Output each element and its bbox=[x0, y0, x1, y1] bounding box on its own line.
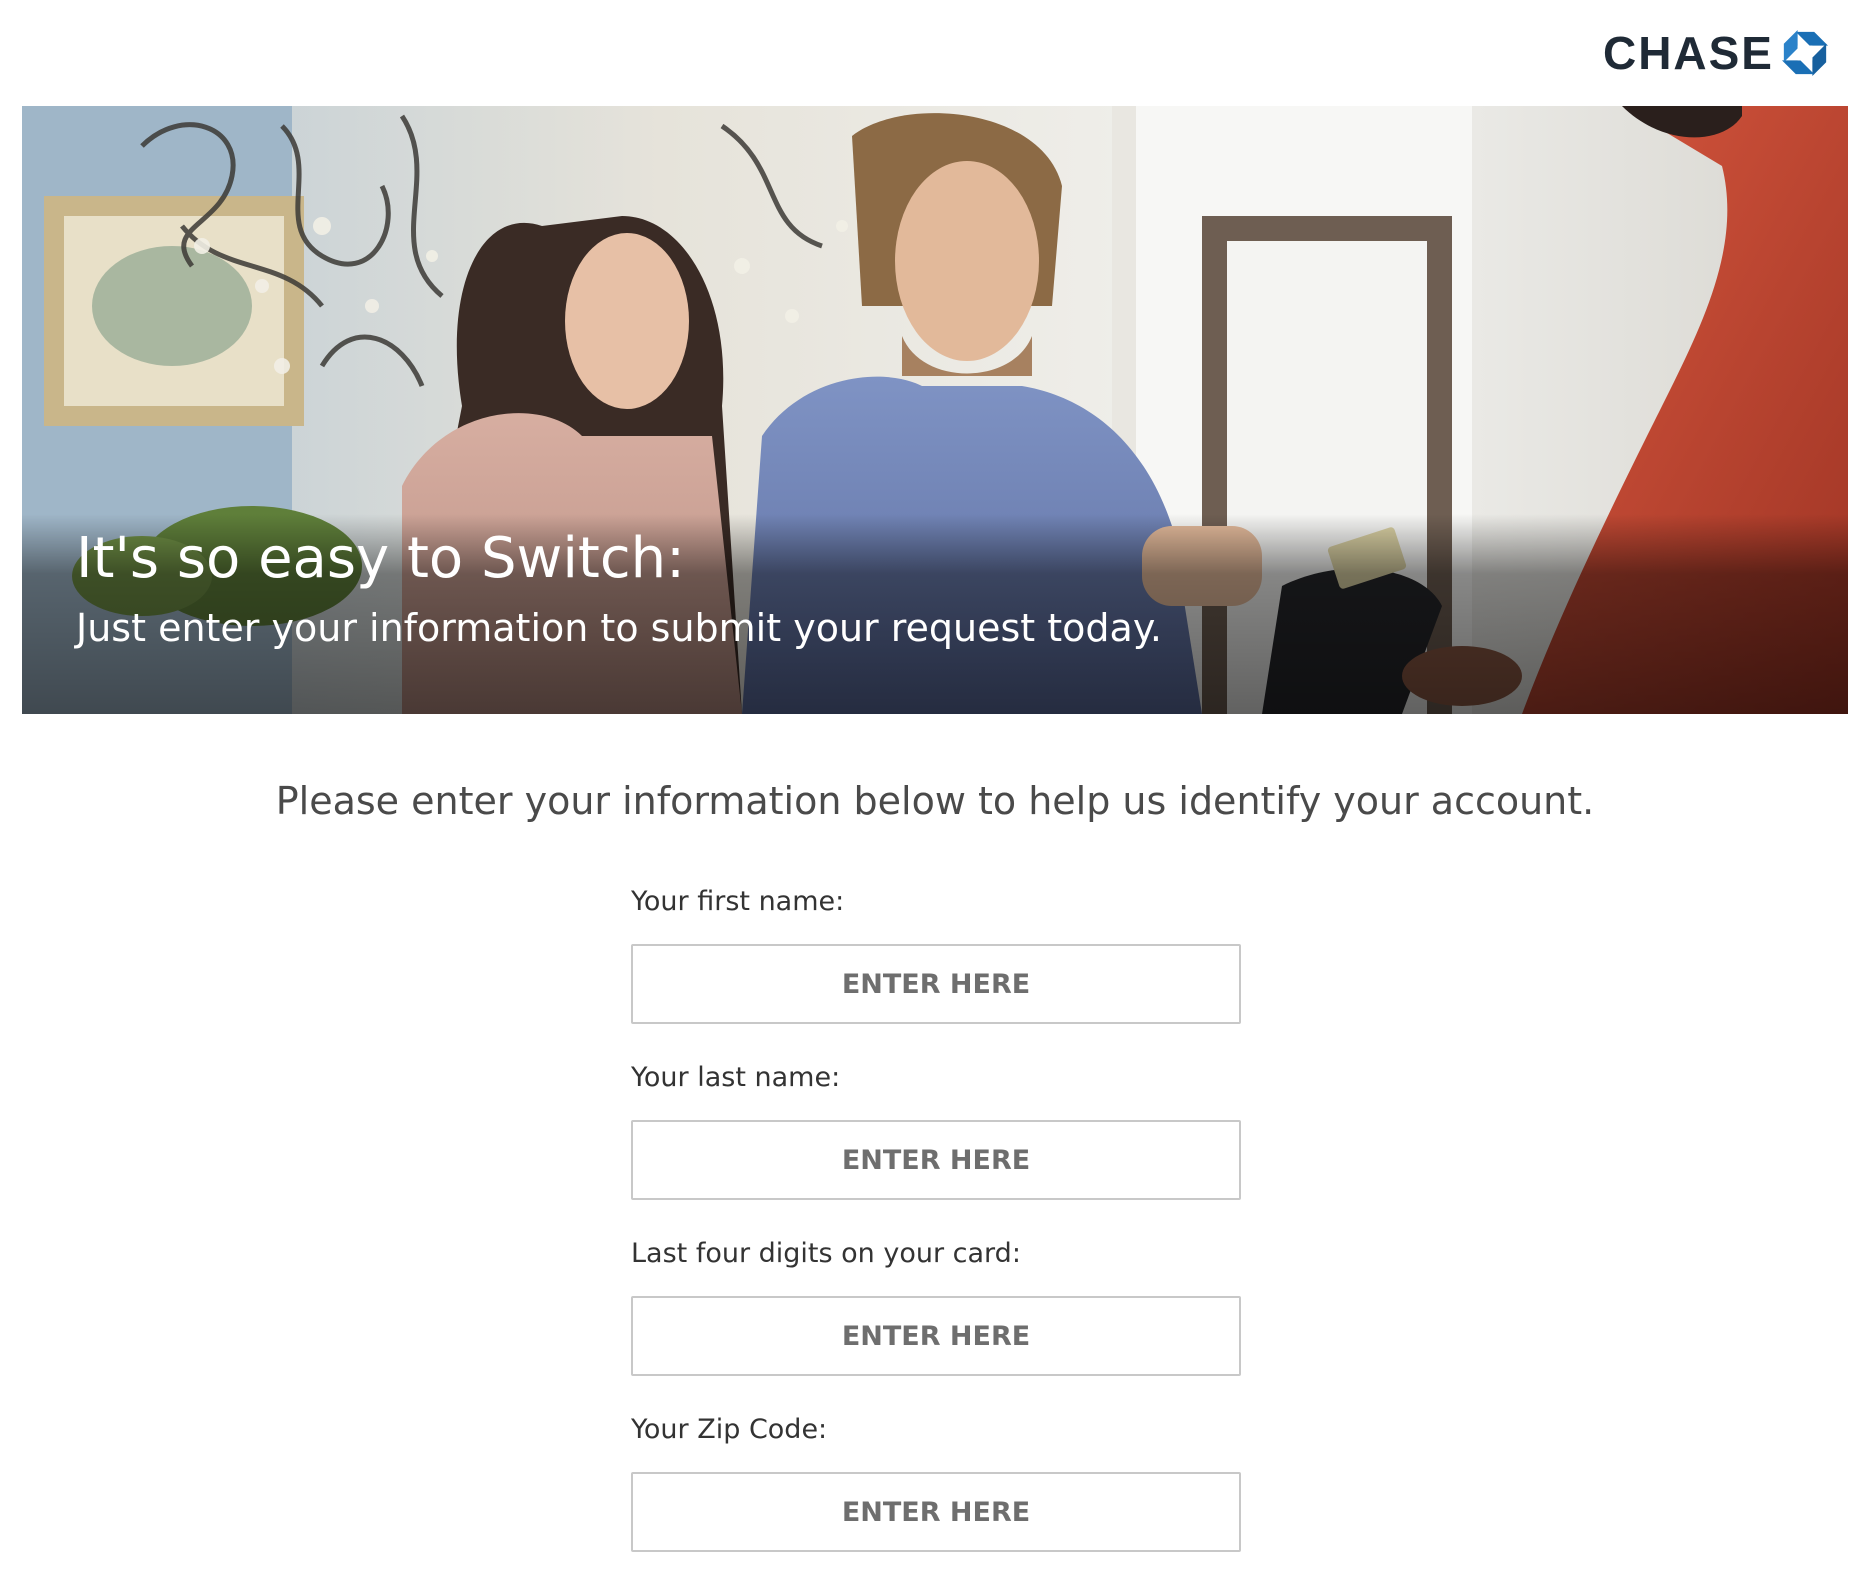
intro-text: Please enter your information below to h… bbox=[275, 779, 1595, 823]
identify-account-form: Your first name: Your last name: Last fo… bbox=[631, 880, 1241, 1584]
chase-logo[interactable]: CHASE bbox=[1603, 28, 1828, 78]
zip-code-input[interactable] bbox=[631, 1472, 1241, 1552]
hero-subtitle: Just enter your information to submit yo… bbox=[76, 606, 1162, 650]
card-last-four-field-group: Last four digits on your card: bbox=[631, 1232, 1241, 1408]
first-name-field-group: Your first name: bbox=[631, 880, 1241, 1056]
first-name-input[interactable] bbox=[631, 944, 1241, 1024]
last-name-input[interactable] bbox=[631, 1120, 1241, 1200]
site-header: CHASE bbox=[0, 0, 1870, 106]
card-last-four-label: Last four digits on your card: bbox=[631, 1238, 1021, 1269]
zip-code-field-group: Your Zip Code: bbox=[631, 1408, 1241, 1584]
hero-title: It's so easy to Switch: bbox=[76, 526, 685, 591]
zip-code-label: Your Zip Code: bbox=[631, 1414, 828, 1445]
last-name-label: Your last name: bbox=[631, 1062, 841, 1093]
hero-banner: It's so easy to Switch: Just enter your … bbox=[22, 106, 1848, 714]
first-name-label: Your first name: bbox=[631, 886, 845, 917]
card-last-four-input[interactable] bbox=[631, 1296, 1241, 1376]
last-name-field-group: Your last name: bbox=[631, 1056, 1241, 1232]
chase-octagon-icon bbox=[1782, 30, 1828, 76]
brand-name: CHASE bbox=[1602, 27, 1774, 79]
